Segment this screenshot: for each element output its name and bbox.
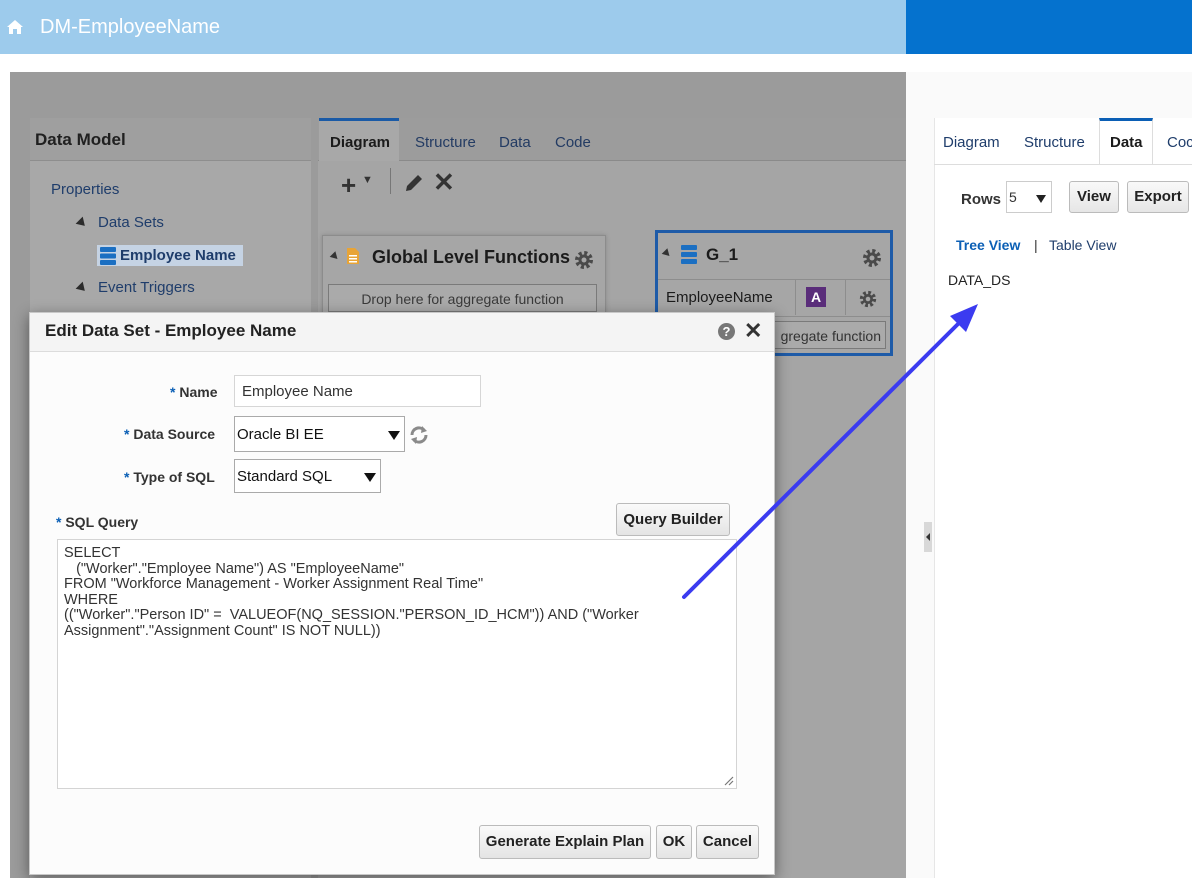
tab-underline [934,164,1192,165]
type-of-sql-label: * Type of SQL [124,469,215,485]
generate-explain-plan-button[interactable]: Generate Explain Plan [479,825,651,859]
ok-button[interactable]: OK [656,825,692,859]
dialog-title: Edit Data Set - Employee Name [45,321,297,340]
aggregate-drop-zone[interactable]: Drop here for aggregate function [328,284,597,312]
tab-data[interactable]: Data [1110,134,1143,151]
delete-icon[interactable]: ✕ [433,167,455,198]
query-builder-button[interactable]: Query Builder [616,503,730,536]
required-mark: * [170,384,176,400]
tab-structure[interactable]: Structure [1024,134,1085,151]
sql-query-label-text: SQL Query [65,514,139,530]
cancel-button[interactable]: Cancel [696,825,759,859]
tree-view-link[interactable]: Tree View [956,237,1020,253]
data-tree-root[interactable]: DATA_DS [948,272,1011,288]
required-mark: * [124,469,130,485]
view-button[interactable]: View [1069,181,1119,213]
add-icon[interactable]: + [341,170,356,201]
chevron-down-icon[interactable] [364,473,376,482]
data-model-title: Data Model [35,130,126,149]
chevron-down-icon[interactable]: ▼ [362,174,373,186]
panel-splitter[interactable] [924,522,932,552]
name-label-text: Name [179,384,218,400]
center-tab-bar [318,118,906,161]
text-type-icon: A [806,287,826,307]
gear-icon[interactable] [573,249,595,271]
tab-data[interactable]: Data [499,134,531,151]
rows-label: Rows [961,191,1002,208]
gear-icon[interactable] [861,247,883,269]
type-of-sql-select[interactable]: Standard SQL [234,459,381,493]
toolbar-divider [390,168,391,194]
required-mark: * [124,426,130,442]
chevron-down-icon[interactable] [1036,195,1046,203]
close-icon[interactable]: ✕ [744,318,762,344]
data-source-label-text: Data Source [133,426,216,442]
sql-query-textarea[interactable]: SELECT ("Worker"."Employee Name") AS "Em… [57,539,737,789]
required-mark: * [56,514,62,530]
app-header-right [906,0,1192,54]
export-button[interactable]: Export [1127,181,1189,213]
document-icon [347,248,359,264]
help-icon[interactable]: ? [718,323,735,340]
tab-diagram[interactable]: Diagram [330,134,390,151]
data-source-select[interactable]: Oracle BI EE [234,416,405,452]
view-separator: | [1034,237,1038,253]
database-icon [100,247,116,265]
tab-code[interactable]: Code [555,134,591,151]
sql-query-label: * SQL Query [56,514,138,530]
tree-item-data-sets[interactable]: Data Sets [98,214,164,231]
collapse-arrow-icon [926,533,930,541]
tab-diagram[interactable]: Diagram [943,134,1000,151]
gear-icon[interactable] [858,289,878,309]
chevron-down-icon[interactable] [388,431,400,440]
row-divider [845,279,846,315]
data-source-label: * Data Source [124,426,215,442]
tree-item-properties[interactable]: Properties [51,181,119,198]
edit-pencil-icon[interactable] [403,172,425,194]
home-icon[interactable] [6,19,24,35]
global-level-functions-title: Global Level Functions [372,247,571,267]
database-icon [681,245,697,264]
app-title: DM-EmployeeName [40,16,221,38]
group-field-name[interactable]: EmployeeName [666,289,773,306]
tree-item-employee-name[interactable]: Employee Name [120,247,236,264]
data-preview-panel [934,118,1192,878]
row-divider [795,279,796,315]
group-title: G_1 [706,245,739,264]
tab-structure[interactable]: Structure [415,134,476,151]
table-view-link[interactable]: Table View [1049,237,1116,253]
name-label: * Name [170,384,217,400]
tab-code[interactable]: Coc [1167,134,1192,151]
resize-grip-icon[interactable] [722,774,734,786]
tree-item-event-triggers[interactable]: Event Triggers [98,279,195,296]
refresh-icon[interactable] [408,425,430,445]
name-field[interactable] [234,375,481,407]
type-of-sql-label-text: Type of SQL [133,469,215,485]
